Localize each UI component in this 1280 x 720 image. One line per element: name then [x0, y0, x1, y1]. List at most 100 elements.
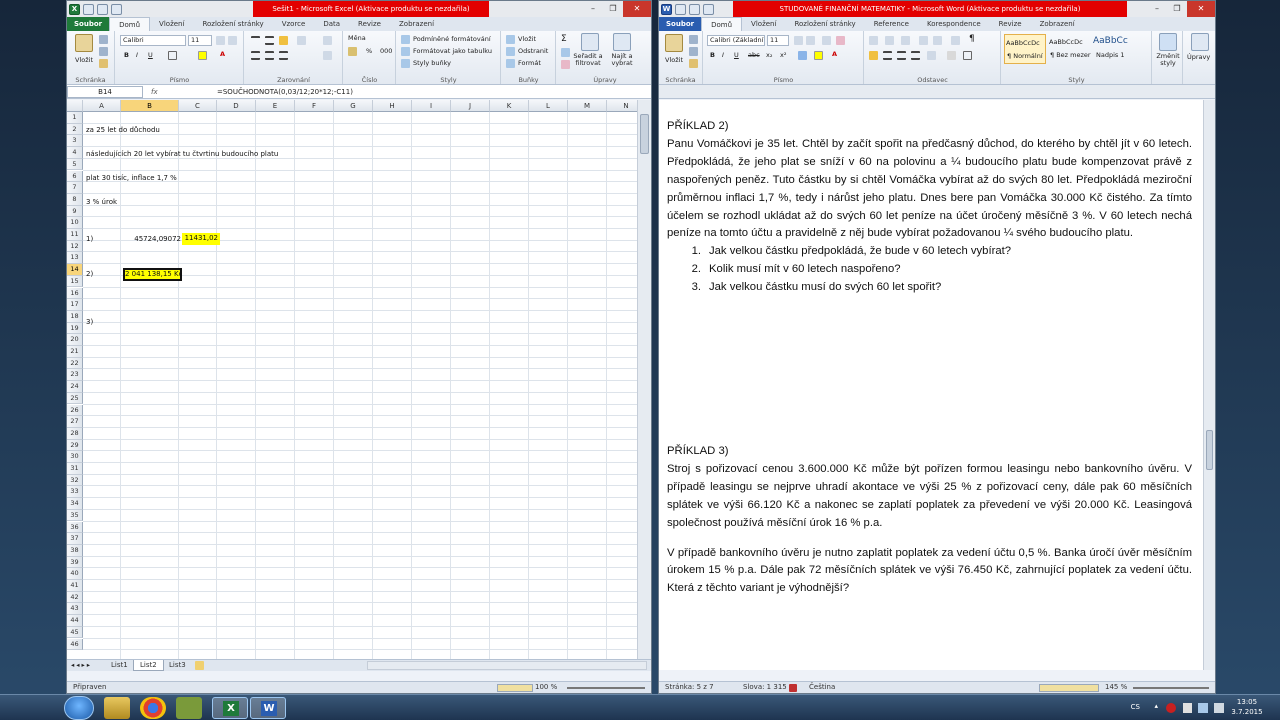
sheet-nav-arrows[interactable]: ◂◂▸▸: [71, 661, 92, 670]
word-strikethrough-icon[interactable]: abc: [748, 51, 760, 60]
border-icon[interactable]: [168, 51, 177, 60]
sheet-tab-list3[interactable]: List3: [163, 660, 192, 671]
multilevel-list-icon[interactable]: [901, 36, 910, 45]
word-taskbar-icon[interactable]: W: [250, 697, 286, 719]
excel-logo-icon[interactable]: X: [69, 3, 80, 15]
word-italic-icon[interactable]: I: [722, 51, 724, 60]
delete-cells-icon[interactable]: [506, 47, 515, 56]
find-select-button[interactable]: Najít a vybrat: [607, 53, 637, 67]
align-right-icon[interactable]: [279, 51, 288, 60]
merge-cells-icon[interactable]: [323, 51, 332, 60]
row-header-17[interactable]: 17: [67, 299, 83, 311]
cell-b11[interactable]: 45724,09072: [123, 234, 181, 245]
row-header-13[interactable]: 13: [67, 252, 83, 265]
row-header-41[interactable]: 41: [67, 580, 83, 592]
excel-zoom-slider[interactable]: [567, 687, 645, 689]
clock-time[interactable]: 13:05: [1230, 698, 1264, 706]
spelling-icon[interactable]: [789, 684, 797, 692]
column-header-i[interactable]: I: [412, 100, 451, 112]
tab-review[interactable]: Revize: [349, 17, 390, 31]
row-header-7[interactable]: 7: [67, 182, 83, 194]
word-shrink-font-icon[interactable]: [806, 36, 815, 45]
redo-icon[interactable]: [111, 3, 122, 15]
row-header-40[interactable]: 40: [67, 568, 83, 580]
word-font-name-select[interactable]: Calibri (Základní: [707, 35, 765, 46]
cell-c11[interactable]: 11431,02: [182, 233, 220, 245]
tab-home[interactable]: Domů: [109, 17, 151, 31]
excel-zoom-level[interactable]: 100 %: [535, 682, 557, 693]
style-no-spacing[interactable]: AaBbCcDc ¶ Bez mezer: [1048, 34, 1091, 64]
style-heading-1[interactable]: AaBbCc Nadpis 1: [1092, 34, 1134, 64]
app-taskbar-icon[interactable]: [176, 697, 202, 719]
align-bottom-icon[interactable]: [279, 36, 288, 45]
sheet-tab-list2[interactable]: List2: [133, 660, 164, 671]
row-header-26[interactable]: 26: [67, 404, 83, 417]
word-editing-icon[interactable]: [1191, 33, 1209, 51]
column-header-e[interactable]: E: [256, 100, 295, 112]
word-superscript-icon[interactable]: x²: [780, 51, 786, 60]
row-header-30[interactable]: 30: [67, 451, 83, 463]
row-header-11[interactable]: 11: [67, 229, 83, 241]
excel-taskbar-icon[interactable]: X: [212, 697, 248, 719]
number-format-select[interactable]: Měna: [348, 34, 366, 43]
excel-vertical-scrollbar[interactable]: [637, 100, 651, 659]
align-left-icon[interactable]: [251, 51, 260, 60]
autosum-icon[interactable]: Σ: [561, 35, 567, 44]
column-header-l[interactable]: L: [529, 100, 568, 112]
justify-center-icon[interactable]: [883, 51, 892, 60]
row-header-37[interactable]: 37: [67, 533, 83, 545]
word-close-icon[interactable]: ✕: [1187, 1, 1215, 17]
word-tab-insert[interactable]: Vložení: [742, 17, 785, 31]
row-header-15[interactable]: 15: [67, 275, 83, 288]
word-redo-icon[interactable]: [703, 3, 714, 15]
cell-b14[interactable]: 2 041 138,15 Kč: [123, 268, 182, 281]
tray-volume-icon[interactable]: [1214, 703, 1224, 713]
word-cut-icon[interactable]: [689, 35, 698, 44]
row-header-10[interactable]: 10: [67, 217, 83, 229]
column-header-b[interactable]: B: [121, 100, 179, 112]
save-icon[interactable]: [83, 3, 94, 15]
word-scroll-thumb[interactable]: [1206, 430, 1213, 470]
row-header-32[interactable]: 32: [67, 474, 83, 487]
fill-icon[interactable]: [561, 48, 570, 57]
start-button-icon[interactable]: [64, 696, 94, 720]
row-header-19[interactable]: 19: [67, 322, 83, 335]
thousands-icon[interactable]: 000: [380, 47, 392, 56]
word-font-size-select[interactable]: 11: [767, 35, 789, 46]
chrome-taskbar-icon[interactable]: [140, 697, 166, 719]
justify-right-icon[interactable]: [897, 51, 906, 60]
column-header-a[interactable]: A: [83, 100, 121, 112]
sort-filter-button[interactable]: Seřadit a filtrovat: [571, 53, 605, 67]
row-header-20[interactable]: 20: [67, 334, 83, 346]
word-subscript-icon[interactable]: x₂: [766, 51, 772, 60]
bullets-icon[interactable]: [869, 36, 878, 45]
word-clear-format-icon[interactable]: [836, 36, 845, 45]
word-tab-review[interactable]: Revize: [990, 17, 1031, 31]
row-header-22[interactable]: 22: [67, 357, 83, 370]
decrease-indent-icon[interactable]: [919, 36, 928, 45]
word-tab-references[interactable]: Reference: [865, 17, 918, 31]
row-header-42[interactable]: 42: [67, 591, 83, 604]
row-header-31[interactable]: 31: [67, 463, 83, 475]
copy-icon[interactable]: [99, 47, 108, 56]
orientation-icon[interactable]: [297, 36, 306, 45]
spreadsheet-grid[interactable]: ABCDEFGHIJKLMN 1 2 3 4 5 6 7 8 9 10 11 12 13 14 15 16 17…: [67, 100, 651, 659]
row-header-9[interactable]: 9: [67, 205, 83, 218]
wrap-text-icon[interactable]: [323, 36, 332, 45]
find-select-icon[interactable]: [613, 33, 631, 51]
para-borders-icon[interactable]: [963, 51, 972, 60]
format-painter-icon[interactable]: [99, 59, 108, 68]
row-header-29[interactable]: 29: [67, 439, 83, 452]
word-bold-icon[interactable]: B: [710, 51, 715, 60]
cell-a2[interactable]: za 25 let do důchodu: [86, 125, 160, 136]
close-icon[interactable]: ✕: [623, 1, 651, 17]
word-page-count[interactable]: Stránka: 5 z 7: [665, 682, 714, 693]
column-header-d[interactable]: D: [217, 100, 256, 112]
column-header-g[interactable]: G: [334, 100, 373, 112]
row-header-34[interactable]: 34: [67, 498, 83, 510]
format-cells-button[interactable]: Formát: [518, 59, 541, 68]
cut-icon[interactable]: [99, 35, 108, 44]
tab-formulas[interactable]: Vzorce: [273, 17, 315, 31]
word-grow-font-icon[interactable]: [794, 36, 803, 45]
tab-page-layout[interactable]: Rozložení stránky: [193, 17, 272, 31]
